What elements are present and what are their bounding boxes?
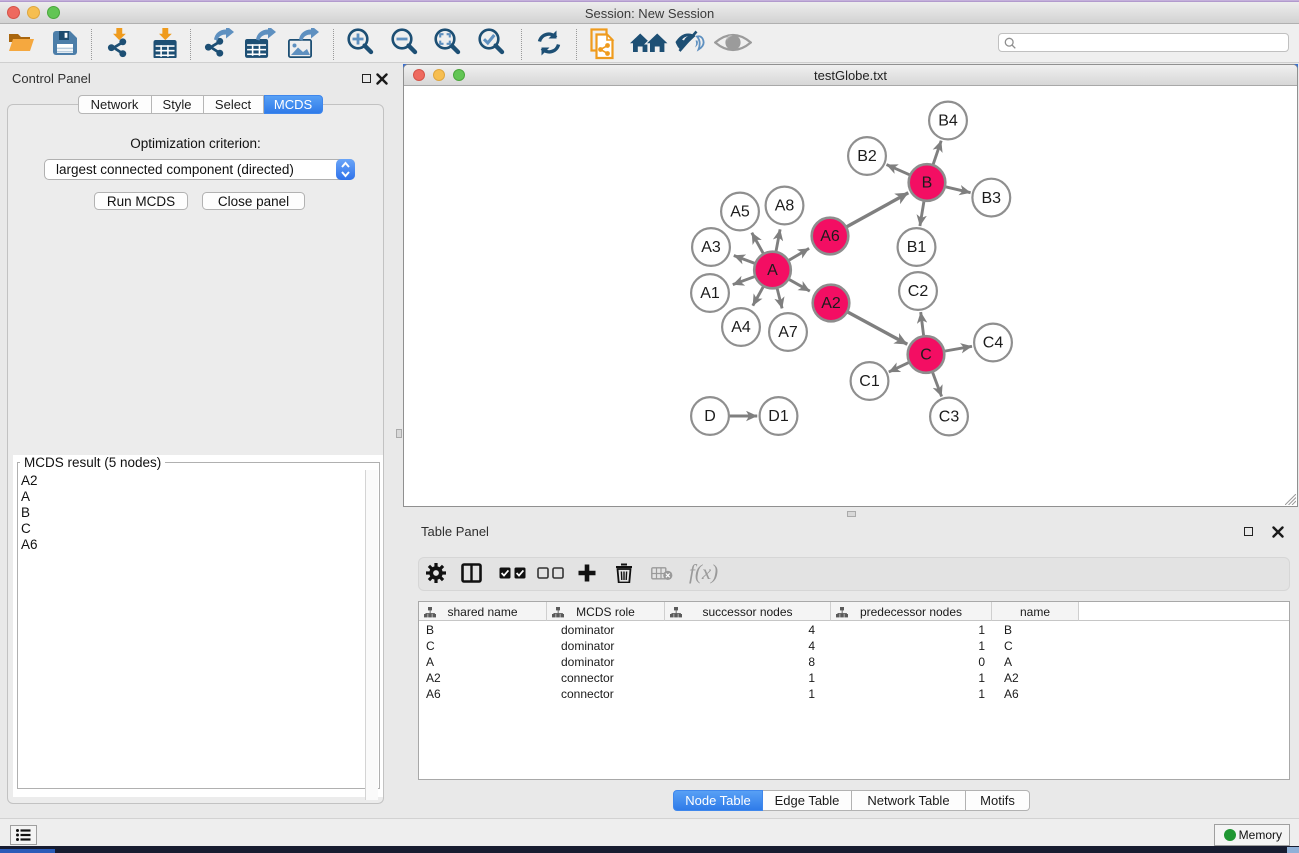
svg-text:B2: B2 xyxy=(857,148,877,165)
svg-text:D1: D1 xyxy=(768,408,789,425)
svg-text:A8: A8 xyxy=(775,198,795,215)
svg-text:A4: A4 xyxy=(731,319,751,336)
svg-text:B4: B4 xyxy=(938,113,958,130)
svg-text:A1: A1 xyxy=(700,285,720,302)
svg-text:B: B xyxy=(922,175,933,192)
svg-text:A: A xyxy=(767,262,778,279)
svg-text:A6: A6 xyxy=(820,228,840,245)
svg-text:C1: C1 xyxy=(859,373,880,390)
svg-text:D: D xyxy=(704,408,716,425)
svg-text:C2: C2 xyxy=(908,283,929,300)
svg-text:C3: C3 xyxy=(939,409,960,426)
svg-text:B1: B1 xyxy=(907,239,927,256)
svg-text:A7: A7 xyxy=(778,324,798,341)
svg-text:C: C xyxy=(920,347,932,364)
svg-text:C4: C4 xyxy=(983,335,1004,352)
svg-text:B3: B3 xyxy=(982,190,1002,207)
svg-text:A3: A3 xyxy=(701,239,721,256)
svg-text:A2: A2 xyxy=(821,295,841,312)
svg-text:A5: A5 xyxy=(730,204,750,221)
